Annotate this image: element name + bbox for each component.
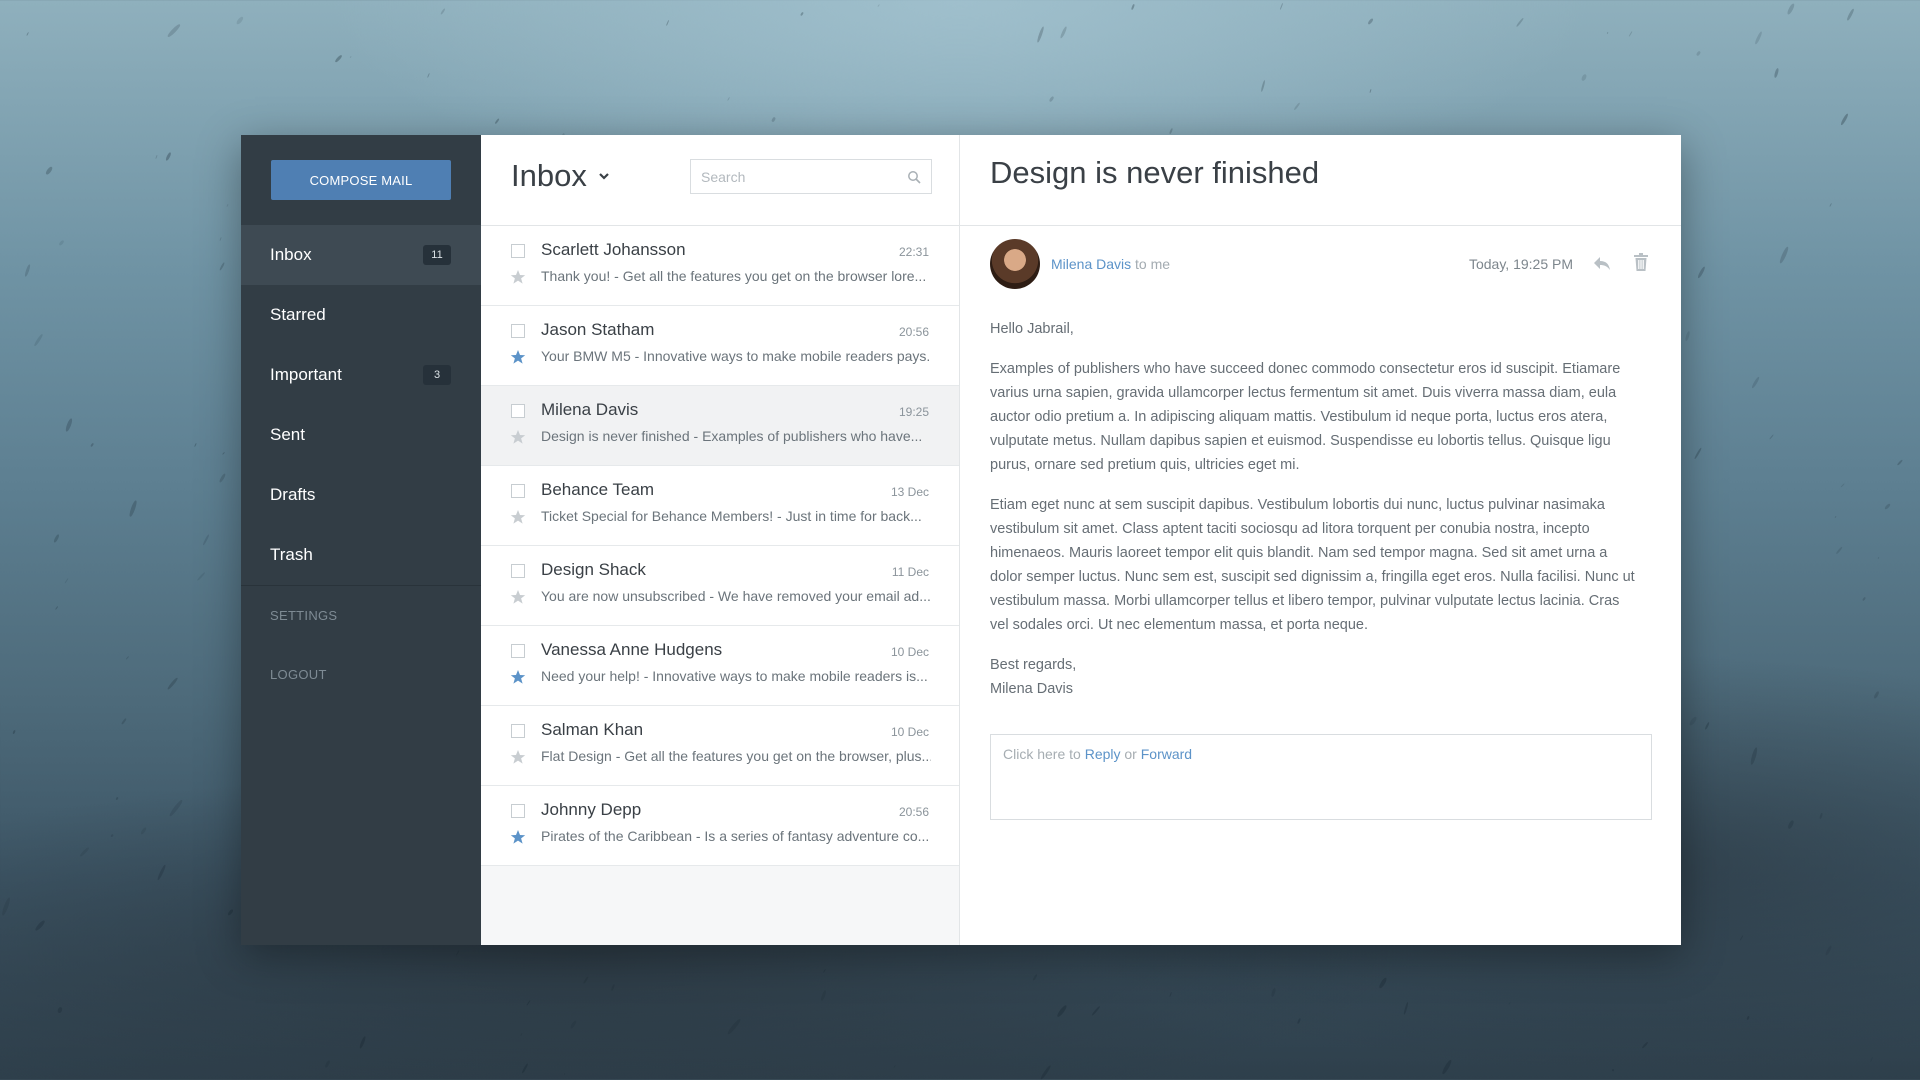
- message-row[interactable]: Johnny Depp 20:56 Pirates of the Caribbean…: [481, 786, 959, 866]
- star-icon[interactable]: [510, 829, 526, 845]
- message-sender: Design Shack: [541, 560, 646, 579]
- reply-prompt: Click here to: [1003, 746, 1081, 762]
- message-sender: Salman Khan: [541, 720, 644, 739]
- message-snippet: Ticket Special for Behance Members! - Ju…: [541, 508, 922, 524]
- sidebar-item-label: Starred: [270, 305, 326, 324]
- message-time: 10 Dec: [890, 645, 929, 659]
- forward-link[interactable]: Forward: [1141, 746, 1192, 762]
- message-snippet: Design is never finished - Examples of p…: [541, 428, 923, 444]
- list-header: Inbox: [481, 135, 959, 226]
- sidebar-item-label: Sent: [270, 425, 305, 444]
- message-sender: Scarlett Johansson: [541, 240, 686, 259]
- message-row[interactable]: Scarlett Johansson 22:31 Thank you! - Get …: [481, 226, 959, 306]
- message-sender: Jason Statham: [541, 320, 655, 339]
- message-list: Scarlett Johansson 22:31 Thank you! - Get …: [481, 226, 959, 866]
- chevron-down-icon: [599, 173, 609, 180]
- message-time: 13 Dec: [890, 485, 929, 499]
- message-time: 20:56: [898, 805, 929, 819]
- recipient-label: to me: [1135, 256, 1171, 272]
- folder-title: Inbox: [511, 158, 587, 193]
- star-icon[interactable]: [510, 509, 526, 525]
- email-subject: Design is never finished: [990, 155, 1320, 190]
- message-row[interactable]: Vanessa Anne Hudgens 10 Dec Need your help…: [481, 626, 959, 706]
- sidebar-item-sent[interactable]: Sent: [241, 405, 481, 465]
- message-checkbox[interactable]: [511, 564, 525, 578]
- email-greeting: Hello Jabrail,: [990, 321, 1074, 337]
- message-time: 20:56: [898, 325, 929, 339]
- search-input[interactable]: [701, 168, 907, 185]
- message-time: 11 Dec: [891, 565, 929, 579]
- sender-name-link[interactable]: Milena Davis: [1051, 256, 1131, 272]
- star-icon[interactable]: [510, 349, 526, 365]
- message-row[interactable]: Design Shack 11 Dec You are now unsubscrib…: [481, 546, 959, 626]
- message-checkbox[interactable]: [511, 484, 525, 498]
- message-time: 19:25: [898, 405, 929, 419]
- unread-count-badge: 11: [423, 245, 451, 265]
- sender-line: Milena Davis to me: [1051, 256, 1170, 272]
- message-sender: Johnny Depp: [541, 800, 642, 819]
- message-checkbox[interactable]: [511, 324, 525, 338]
- star-icon[interactable]: [510, 669, 526, 685]
- message-snippet: Pirates of the Caribbean - Is a series o…: [541, 828, 930, 844]
- quick-reply-box[interactable]: Click here to Reply or Forward: [990, 734, 1652, 820]
- reply-icon[interactable]: [1593, 254, 1611, 272]
- email-paragraph: Examples of publishers who have succeed …: [990, 361, 1621, 473]
- avatar: [990, 239, 1040, 289]
- sidebar-item-trash[interactable]: Trash: [241, 525, 481, 585]
- message-row[interactable]: Behance Team 13 Dec Ticket Special for Beh…: [481, 466, 959, 546]
- trash-icon[interactable]: [1633, 253, 1649, 271]
- sidebar-item-label: Important: [270, 365, 342, 384]
- email-signoff: Best regards,: [990, 657, 1077, 673]
- sidebar: COMPOSE MAIL Inbox 11 Starred Important …: [241, 135, 481, 945]
- folder-dropdown[interactable]: Inbox: [511, 158, 611, 194]
- message-row[interactable]: Salman Khan 10 Dec Flat Design - Get all t…: [481, 706, 959, 786]
- message-checkbox[interactable]: [511, 804, 525, 818]
- sidebar-item-label: Inbox: [270, 245, 312, 264]
- reply-or: or: [1124, 746, 1137, 762]
- folder-nav: Inbox 11 Starred Important 3 Sent Drafts…: [241, 225, 481, 704]
- message-snippet: Thank you! - Get all the features you ge…: [541, 268, 927, 284]
- sidebar-item-starred[interactable]: Starred: [241, 285, 481, 345]
- message-sender: Behance Team: [541, 480, 655, 499]
- mail-app-window: COMPOSE MAIL Inbox 11 Starred Important …: [241, 135, 1681, 945]
- email-paragraph: Etiam eget nunc at sem suscipit dapibus.…: [990, 497, 1635, 633]
- reply-link[interactable]: Reply: [1085, 746, 1121, 762]
- star-icon[interactable]: [510, 589, 526, 605]
- sidebar-item-label: Trash: [270, 545, 313, 564]
- message-snippet: You are now unsubscribed - We have remov…: [541, 588, 931, 604]
- message-snippet: Need your help! - Innovative ways to mak…: [541, 668, 928, 684]
- message-row[interactable]: Milena Davis 19:25 Design is never finishe…: [481, 386, 959, 466]
- message-checkbox[interactable]: [511, 644, 525, 658]
- email-date: Today, 19:25 PM: [1468, 256, 1573, 272]
- email-body: Hello Jabrail, Examples of publishers wh…: [990, 317, 1640, 701]
- sidebar-item-label: Drafts: [270, 485, 316, 504]
- reading-header: Design is never finished: [960, 135, 1681, 226]
- message-checkbox[interactable]: [511, 244, 525, 258]
- message-checkbox[interactable]: [511, 404, 525, 418]
- message-sender: Vanessa Anne Hudgens: [541, 640, 723, 659]
- search-box: [690, 159, 932, 194]
- message-snippet: Flat Design - Get all the features you g…: [541, 748, 931, 764]
- message-snippet: Your BMW M5 - Innovative ways to make mo…: [541, 348, 931, 364]
- logout-link[interactable]: LOGOUT: [241, 645, 481, 704]
- important-count-badge: 3: [423, 365, 451, 385]
- email-meta: Milena Davis to me Today, 19:25 PM: [990, 239, 1653, 291]
- message-time: 10 Dec: [890, 725, 929, 739]
- email-signature: Milena Davis: [990, 681, 1073, 697]
- sidebar-item-important[interactable]: Important 3: [241, 345, 481, 405]
- message-time: 22:31: [898, 245, 929, 259]
- sidebar-item-inbox[interactable]: Inbox 11: [241, 225, 481, 285]
- message-sender: Milena Davis: [541, 400, 639, 419]
- compose-mail-button[interactable]: COMPOSE MAIL: [271, 160, 451, 200]
- message-list-pane: Inbox Scarlett Johansson 22:31 Thank you! …: [481, 135, 960, 945]
- settings-link[interactable]: SETTINGS: [241, 586, 481, 645]
- star-icon[interactable]: [510, 749, 526, 765]
- message-checkbox[interactable]: [511, 724, 525, 738]
- sidebar-item-drafts[interactable]: Drafts: [241, 465, 481, 525]
- star-icon[interactable]: [510, 429, 526, 445]
- star-icon[interactable]: [510, 269, 526, 285]
- reading-pane: Design is never finished Milena Davis to…: [960, 135, 1681, 945]
- message-row[interactable]: Jason Statham 20:56 Your BMW M5 - Innovati…: [481, 306, 959, 386]
- search-icon[interactable]: [907, 170, 921, 184]
